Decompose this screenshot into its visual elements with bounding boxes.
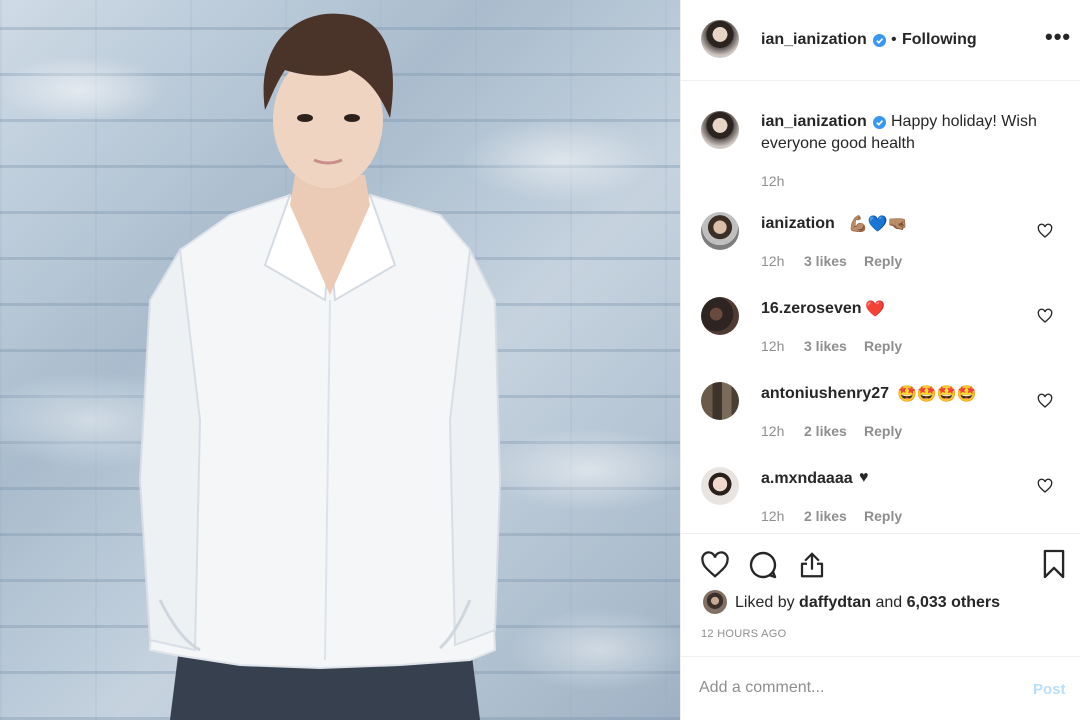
comment-time[interactable]: 12h: [761, 338, 784, 354]
comment-text: ❤️: [865, 301, 885, 318]
comment-text: 🤩🤩🤩🤩: [897, 386, 977, 403]
comment-likes[interactable]: 3 likes: [804, 253, 847, 269]
verified-icon: [873, 34, 886, 47]
post-photo[interactable]: [0, 0, 680, 720]
comment-bar: Post: [681, 656, 1080, 720]
separator-dot: •: [891, 31, 897, 48]
comment-username[interactable]: ianization: [761, 215, 835, 233]
caption-time[interactable]: 12h: [761, 173, 784, 189]
comment-time[interactable]: 12h: [761, 508, 784, 524]
liked-by-user[interactable]: daffydtan: [799, 594, 871, 611]
comment-text: ♥: [859, 469, 869, 486]
caption-username[interactable]: ian_ianization: [761, 113, 867, 131]
comment-time[interactable]: 12h: [761, 253, 784, 269]
post-button[interactable]: Post: [1033, 681, 1066, 698]
comment-avatar[interactable]: [701, 212, 739, 250]
liked-by-conj: and: [875, 594, 903, 611]
person-illustration: [138, 13, 502, 720]
comment-likes[interactable]: 2 likes: [804, 508, 847, 524]
share-icon[interactable]: [797, 549, 827, 581]
comment-icon[interactable]: [747, 549, 779, 581]
reply-button[interactable]: Reply: [864, 338, 902, 354]
comment-username[interactable]: a.mxndaaaa: [761, 470, 853, 488]
comment-input[interactable]: [699, 679, 999, 697]
caption-text-line1: Happy holiday! Wish: [891, 113, 1037, 130]
reply-button[interactable]: Reply: [864, 253, 902, 269]
comment-username[interactable]: 16.zeroseven: [761, 300, 862, 318]
reply-button[interactable]: Reply: [864, 423, 902, 439]
like-comment-icon[interactable]: [1037, 223, 1053, 239]
like-comment-icon[interactable]: [1037, 308, 1053, 324]
post-sidebar: ian_ianization • Following ••• ian_ianiz…: [680, 0, 1080, 720]
author-avatar[interactable]: [701, 20, 739, 58]
liked-by-others[interactable]: 6,033 others: [907, 594, 1000, 611]
liker-avatar[interactable]: [703, 590, 727, 614]
verified-icon: [873, 116, 886, 129]
like-comment-icon[interactable]: [1037, 478, 1053, 494]
reply-button[interactable]: Reply: [864, 508, 902, 524]
comment-likes[interactable]: 3 likes: [804, 338, 847, 354]
comment-avatar[interactable]: [701, 467, 739, 505]
comment-text: 💪🏽💙🤜🏽: [848, 216, 908, 233]
post-header: ian_ianization • Following •••: [681, 0, 1080, 81]
comment-username[interactable]: antoniushenry27: [761, 385, 889, 403]
author-username[interactable]: ian_ianization: [761, 31, 867, 49]
bookmark-icon[interactable]: [1041, 548, 1067, 580]
caption-avatar[interactable]: [701, 111, 739, 149]
comment-avatar[interactable]: [701, 297, 739, 335]
comment-time[interactable]: 12h: [761, 423, 784, 439]
more-icon[interactable]: •••: [1045, 26, 1071, 48]
like-comment-icon[interactable]: [1037, 393, 1053, 409]
caption-text-line2: everyone good health: [761, 135, 915, 152]
following-button[interactable]: Following: [902, 31, 977, 49]
comment-avatar[interactable]: [701, 382, 739, 420]
comment-likes[interactable]: 2 likes: [804, 423, 847, 439]
likes-summary[interactable]: Liked by daffydtan and 6,033 others: [735, 594, 1000, 612]
post-timestamp[interactable]: 12 HOURS AGO: [701, 628, 787, 640]
liked-by-prefix: Liked by: [735, 594, 795, 611]
heart-icon[interactable]: [699, 550, 731, 580]
